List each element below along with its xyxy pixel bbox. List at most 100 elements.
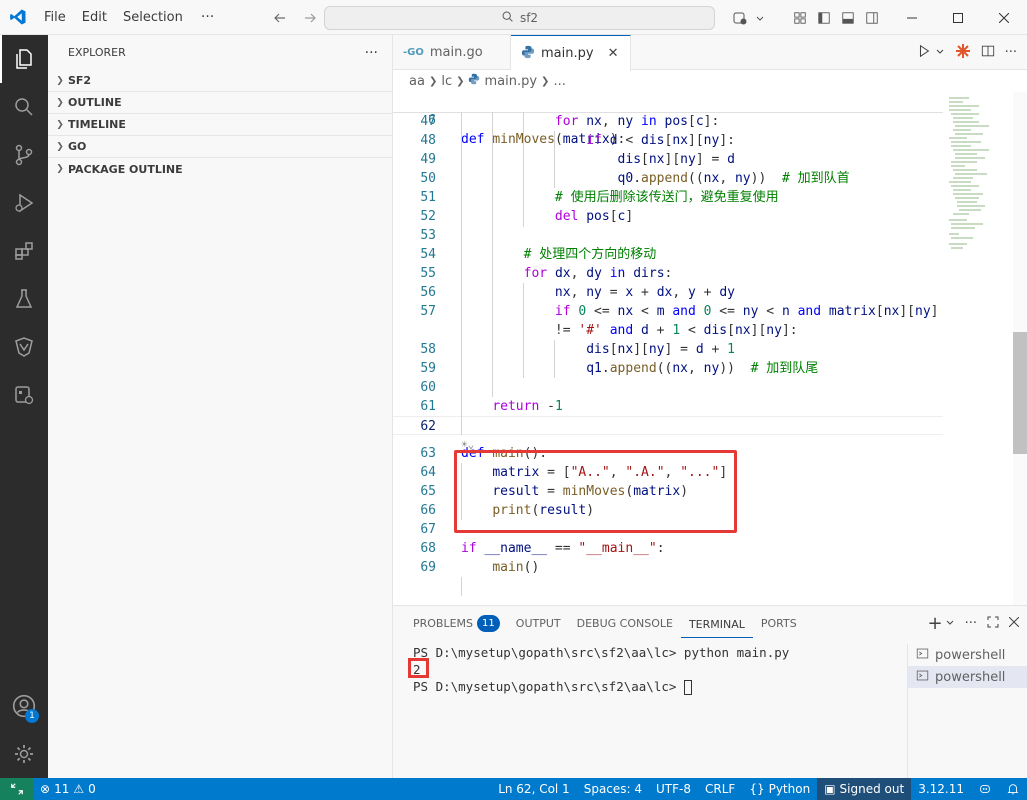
command-center-search[interactable]: sf2 (324, 6, 715, 30)
code-line: if 0 <= nx < m and 0 <= ny < n and matri… (554, 304, 939, 319)
source-control-icon[interactable] (0, 131, 48, 179)
close-tab-icon[interactable]: ✕ (608, 46, 619, 61)
chevron-down-icon[interactable] (754, 8, 766, 28)
line-number: 59 (420, 361, 436, 376)
more-actions-button[interactable]: ··· (1005, 45, 1017, 60)
encoding[interactable]: UTF-8 (649, 778, 698, 800)
tab-label: OUTPUT (515, 617, 561, 630)
line-number: 54 (420, 247, 436, 262)
code-line: # 使用后删除该传送门，避免重复使用 (554, 190, 779, 205)
settings-gear-icon[interactable] (0, 730, 48, 778)
breadcrumb-item[interactable]: main.py (484, 74, 537, 89)
explorer-icon[interactable] (0, 35, 48, 83)
terminal-instance[interactable]: powershell (908, 644, 1027, 666)
menu-more-button[interactable]: ··· (191, 9, 224, 25)
indentation[interactable]: Spaces: 4 (577, 778, 649, 800)
maximize-icon[interactable] (935, 0, 981, 35)
current-line[interactable]: 62 (393, 416, 943, 435)
customize-layout-icon[interactable] (790, 8, 810, 28)
account-badge: 1 (25, 709, 39, 723)
cursor-position[interactable]: Ln 62, Col 1 (491, 778, 577, 800)
toggle-primary-sidebar-icon[interactable] (814, 8, 834, 28)
chevron-down-icon[interactable] (935, 45, 945, 60)
sidebar-more-button[interactable]: ··· (365, 45, 378, 61)
line-number: 60 (420, 380, 436, 395)
code-line: q0.append((nx, ny)) # 加到队首 (617, 171, 850, 186)
warning-count: 0 (88, 782, 96, 796)
run-python-icon[interactable] (917, 44, 931, 62)
section-package-outline[interactable]: ❯ PACKAGE OUTLINE (48, 158, 392, 180)
breadcrumb-item[interactable]: ... (553, 74, 565, 89)
section-sf2[interactable]: ❯ SF2 (48, 70, 392, 92)
language-mode[interactable]: {} Python (742, 778, 817, 800)
account-icon[interactable]: 1 (0, 682, 48, 730)
code-line: if d < dis[nx][ny]: (586, 133, 735, 148)
python-interpreter[interactable]: 3.12.11 (911, 778, 971, 800)
chevron-right-icon: ❯ (541, 75, 550, 87)
notifications-bell-icon[interactable] (999, 778, 1027, 800)
close-panel-icon[interactable] (1008, 616, 1020, 631)
problems-status[interactable]: ⊗ 11 ⚠ 0 (33, 778, 103, 800)
terminal-output[interactable]: PS D:\mysetup\gopath\src\sf2\aa\lc> pyth… (413, 644, 893, 695)
terminal-instance[interactable]: powershell (908, 666, 1027, 688)
end-of-line[interactable]: CRLF (698, 778, 742, 800)
menu-file[interactable]: File (36, 0, 74, 35)
tab-main-py[interactable]: main.py ✕ (511, 35, 631, 71)
line-number: 56 (420, 285, 436, 300)
remote-explorer-icon[interactable] (0, 323, 48, 371)
forward-arrow-icon[interactable] (298, 6, 322, 30)
copilot-icon[interactable] (730, 8, 750, 28)
terminal-icon (916, 647, 929, 664)
tab-output[interactable]: OUTPUT (508, 606, 569, 641)
go-file-icon: -GO (403, 47, 424, 58)
menu-edit[interactable]: Edit (74, 0, 115, 35)
copilot-status-icon[interactable] (971, 778, 999, 800)
tab-main-go[interactable]: -GO main.go (393, 35, 511, 70)
maximize-panel-icon[interactable] (987, 616, 999, 632)
menu-selection[interactable]: Selection (115, 0, 191, 35)
signed-out-label: Signed out (839, 782, 905, 796)
new-terminal-button[interactable]: + (928, 613, 943, 634)
toggle-secondary-sidebar-icon[interactable] (862, 8, 882, 28)
signed-out-status[interactable]: ▣ Signed out (817, 778, 912, 800)
minimap[interactable] (941, 92, 1013, 605)
scrollbar-thumb[interactable] (1013, 332, 1027, 454)
vertical-scrollbar[interactable] (1013, 92, 1027, 605)
docker-icon[interactable] (0, 371, 48, 419)
testing-icon[interactable] (0, 275, 48, 323)
tab-debug-console[interactable]: DEBUG CONSOLE (569, 606, 681, 641)
line-number: 57 (420, 304, 436, 319)
section-timeline[interactable]: ❯ TIMELINE (48, 114, 392, 136)
explorer-sidebar: EXPLORER ··· ❯ SF2 ❯ OUTLINE ❯ TIMELINE ❯ GO… (48, 35, 393, 778)
breadcrumb-item[interactable]: aa (409, 74, 425, 89)
code-line: if __name__ == "__main__": (461, 541, 665, 556)
line-number: 69 (420, 560, 436, 575)
extensions-icon[interactable] (0, 227, 48, 275)
tab-label: main.go (429, 45, 483, 60)
more-actions-button[interactable]: ··· (965, 616, 977, 631)
remote-indicator-icon[interactable] (0, 778, 33, 800)
chevron-right-icon: ❯ (56, 97, 64, 108)
chevron-right-icon: ❯ (428, 75, 438, 87)
sidebar-title: EXPLORER (68, 46, 126, 59)
chevron-down-icon[interactable] (945, 616, 955, 631)
search-icon[interactable] (0, 83, 48, 131)
code-line: dis[nx][ny] = d (617, 152, 735, 167)
tab-problems[interactable]: PROBLEMS 11 (405, 606, 508, 641)
sticky-scroll-line[interactable]: 6 def minMoves(matrix): (393, 92, 943, 147)
section-go[interactable]: ❯ GO (48, 136, 392, 158)
run-debug-icon[interactable] (0, 179, 48, 227)
breadcrumb-item[interactable]: lc (441, 74, 452, 89)
tab-ports[interactable]: PORTS (753, 606, 805, 641)
code-line: main() (492, 560, 540, 575)
copilot-spark-icon[interactable] (955, 43, 971, 63)
minimize-icon[interactable] (889, 0, 935, 35)
toggle-panel-icon[interactable] (838, 8, 858, 28)
split-editor-icon[interactable] (981, 44, 995, 62)
close-icon[interactable] (981, 0, 1027, 35)
vscode-logo-icon (0, 0, 36, 35)
bot-icon: ▣ (824, 782, 836, 796)
tab-terminal[interactable]: TERMINAL (680, 612, 753, 638)
back-arrow-icon[interactable] (268, 6, 292, 30)
section-outline[interactable]: ❯ OUTLINE (48, 92, 392, 114)
